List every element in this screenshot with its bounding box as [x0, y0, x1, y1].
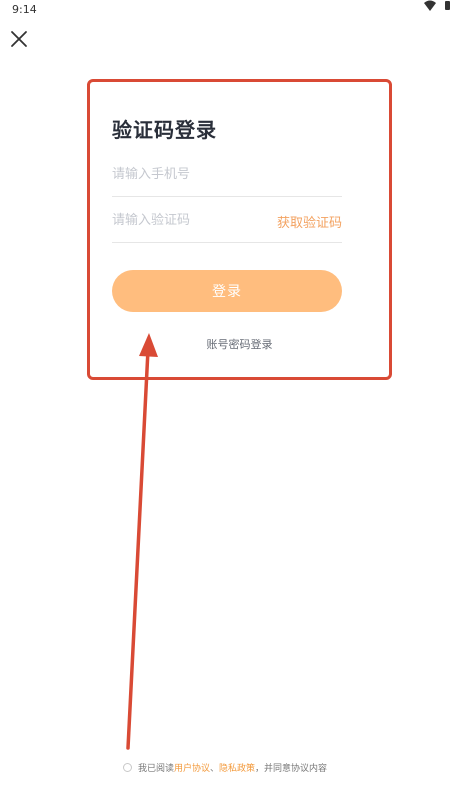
battery-icon: [445, 1, 450, 10]
agreement-prefix: 我已阅读: [137, 764, 174, 774]
get-code-button[interactable]: 获取验证码: [277, 212, 342, 231]
login-card: 验证码登录 获取验证码 登录 账号密码登录: [87, 79, 392, 380]
status-bar: 9:14: [0, 0, 450, 20]
user-agreement-link[interactable]: 用户协议: [174, 764, 210, 774]
close-icon: [11, 31, 27, 47]
privacy-policy-link[interactable]: 隐私政策: [219, 764, 255, 774]
agreement-suffix: ，并同意协议内容: [255, 764, 328, 774]
agree-radio[interactable]: [122, 763, 132, 772]
login-button[interactable]: 登录: [112, 270, 342, 312]
status-time: 9:14: [12, 3, 37, 16]
verification-code-input[interactable]: [112, 206, 262, 234]
page-title: 验证码登录: [112, 118, 217, 142]
close-button[interactable]: [8, 28, 30, 50]
agreement-row: 我已阅读用户协议、隐私政策，并同意协议内容: [0, 761, 450, 774]
login-screen: 9:14 验证码登录 获取验证码 登录 账号密码登录 我已阅读用户协议、隐私政策…: [0, 0, 450, 800]
phone-input[interactable]: [112, 160, 342, 188]
phone-field: [112, 160, 342, 197]
wifi-icon: [424, 0, 436, 11]
code-field: 获取验证码: [112, 206, 342, 243]
agreement-separator: 、: [209, 764, 219, 774]
password-login-link[interactable]: 账号密码登录: [90, 336, 389, 352]
